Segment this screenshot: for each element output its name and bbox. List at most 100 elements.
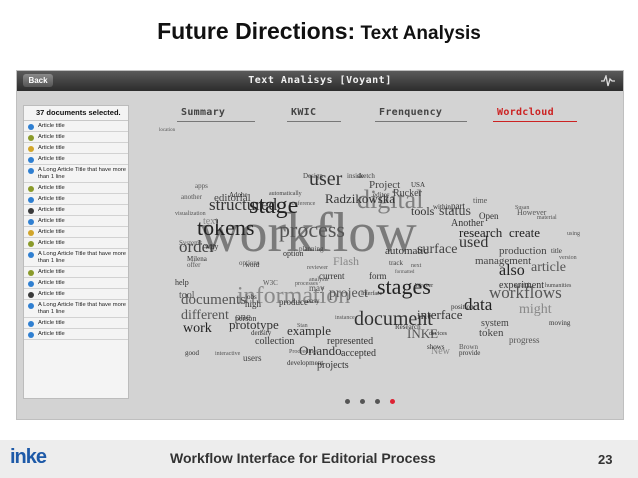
document-item[interactable]: Article title (24, 318, 128, 329)
wordcloud-word[interactable]: token (479, 328, 503, 339)
wordcloud-word[interactable]: offer (187, 262, 200, 269)
wordcloud-word[interactable]: conference (289, 201, 315, 207)
pager-dot[interactable] (360, 399, 365, 404)
wordcloud-word[interactable]: Interface (361, 291, 382, 297)
wordcloud-word[interactable]: material (537, 215, 557, 221)
wordcloud-word[interactable]: provide (459, 350, 480, 357)
document-item[interactable]: Article title (24, 194, 128, 205)
document-item[interactable]: A Long Article Title that have more than… (24, 300, 128, 318)
wordcloud-word[interactable]: form (369, 272, 387, 281)
wordcloud-word[interactable]: USA (411, 182, 425, 189)
wordcloud-word[interactable]: might (519, 303, 552, 317)
wordcloud-word[interactable]: tool (179, 291, 195, 301)
document-item[interactable]: Article title (24, 238, 128, 249)
wordcloud-word[interactable]: may (309, 284, 325, 293)
document-item[interactable]: A Long Article Title that have more than… (24, 165, 128, 183)
wordcloud-word[interactable]: automatic (385, 246, 428, 257)
wordcloud-word[interactable]: useful (515, 283, 530, 289)
tab-frenquency[interactable]: Frenquency (379, 107, 442, 118)
document-item[interactable]: Article title (24, 154, 128, 165)
document-item[interactable]: Article title (24, 216, 128, 227)
wordcloud-word[interactable]: Susan (515, 205, 529, 211)
wordcloud-word[interactable]: system (481, 319, 509, 329)
wordcloud-word[interactable]: density (251, 330, 271, 337)
wordcloud-word[interactable]: within (433, 204, 451, 211)
wordcloud-word[interactable]: good (185, 350, 199, 357)
document-item[interactable]: Article title (24, 289, 128, 300)
wordcloud-word[interactable]: accepted (341, 349, 376, 359)
wordcloud-word[interactable]: Rucker (393, 189, 422, 199)
wordcloud-word[interactable]: automatically (269, 191, 302, 197)
wordcloud-word[interactable]: Systems (179, 240, 202, 247)
wordcloud-word[interactable]: using (567, 231, 580, 237)
wordcloud-word[interactable]: planning (299, 246, 324, 253)
document-item[interactable]: Article title (24, 132, 128, 143)
wordcloud-word[interactable]: next (411, 263, 421, 269)
wordcloud-word[interactable]: W3C (263, 280, 278, 287)
document-item[interactable]: Article title (24, 267, 128, 278)
wordcloud-word[interactable]: help (175, 279, 189, 287)
document-item[interactable]: Article title (24, 329, 128, 340)
wordcloud-word[interactable]: create (509, 226, 540, 239)
wordcloud-word[interactable]: Stan (297, 323, 308, 329)
wordcloud-word[interactable]: inside (347, 173, 364, 180)
wordcloud-word[interactable]: Weaver (415, 283, 433, 289)
document-item[interactable]: Article title (24, 143, 128, 154)
tab-summary[interactable]: Summary (181, 107, 225, 118)
wordcloud-word[interactable]: moving (549, 320, 570, 327)
wordcloud-word[interactable]: Brown (459, 344, 478, 351)
wordcloud-word[interactable]: work (183, 322, 212, 336)
document-item[interactable]: Article title (24, 205, 128, 216)
wordcloud-word[interactable]: easy (307, 298, 319, 305)
wordcloud-word[interactable]: text (203, 217, 218, 227)
wordcloud-word[interactable]: editor (373, 192, 389, 199)
wordcloud-word[interactable]: person (235, 315, 256, 323)
pager-dot[interactable] (375, 399, 380, 404)
pager-dot[interactable] (390, 399, 395, 404)
wordcloud-word[interactable]: produce (279, 298, 308, 307)
wordcloud-word[interactable]: Design (303, 173, 323, 180)
wordcloud-word[interactable]: progress (509, 336, 540, 345)
wordcloud-word[interactable]: version (559, 255, 577, 261)
wordcloud-word[interactable]: Flash (333, 255, 359, 267)
wordcloud-word[interactable]: interactive (215, 351, 240, 357)
wordcloud-word[interactable]: tools (411, 205, 434, 217)
wordcloud-word[interactable]: formatted (395, 270, 414, 275)
wordcloud-word[interactable]: Adobe (229, 192, 248, 199)
wordcloud-word[interactable]: instance (335, 315, 355, 321)
wordcloud-word[interactable]: users (243, 354, 262, 363)
wordcloud-word[interactable]: article (531, 261, 566, 275)
wordcloud-word[interactable]: another (181, 194, 202, 201)
tab-kwic[interactable]: KWIC (291, 107, 316, 118)
wordcloud-word[interactable]: jobs (245, 294, 257, 301)
document-item[interactable]: Article title (24, 227, 128, 238)
wordcloud-word[interactable]: time (473, 197, 487, 205)
pager-dot[interactable] (345, 399, 350, 404)
wordcloud-word[interactable]: represented (327, 337, 373, 347)
wordcloud-word[interactable]: visualization (175, 211, 206, 217)
wordcloud-word[interactable]: part (451, 202, 465, 211)
document-item[interactable]: Article title (24, 278, 128, 289)
wordcloud-word[interactable]: location (159, 128, 175, 133)
tab-wordcloud[interactable]: Wordcloud (497, 107, 554, 118)
wordcloud-word[interactable]: shows (427, 344, 445, 351)
wordcloud-word[interactable]: track (389, 260, 403, 267)
document-item[interactable]: Article title (24, 183, 128, 194)
waveform-icon[interactable] (601, 75, 615, 87)
wordcloud-word[interactable]: devices (429, 331, 447, 337)
document-item[interactable]: A Long Article Title that have more than… (24, 249, 128, 267)
wordcloud-word[interactable]: development (287, 360, 323, 367)
wordcloud-word[interactable]: management (475, 256, 531, 267)
wordcloud-word[interactable]: reviewer (307, 265, 328, 271)
wordcloud-word[interactable]: word (245, 262, 259, 269)
wordcloud-word[interactable]: Open (479, 212, 499, 221)
wordcloud-word[interactable]: process (279, 219, 345, 241)
wordcloud-word[interactable]: production (499, 246, 547, 257)
wordcloud-word[interactable]: title (551, 248, 562, 255)
document-item[interactable]: Article title (24, 121, 128, 132)
wordcloud-word[interactable]: high (245, 300, 261, 309)
wordcloud-word[interactable]: Proceedings (289, 349, 318, 355)
wordcloud-word[interactable]: way (205, 243, 218, 251)
wordcloud-word[interactable]: apps (195, 183, 208, 190)
wordcloud-word[interactable]: position (451, 304, 474, 311)
